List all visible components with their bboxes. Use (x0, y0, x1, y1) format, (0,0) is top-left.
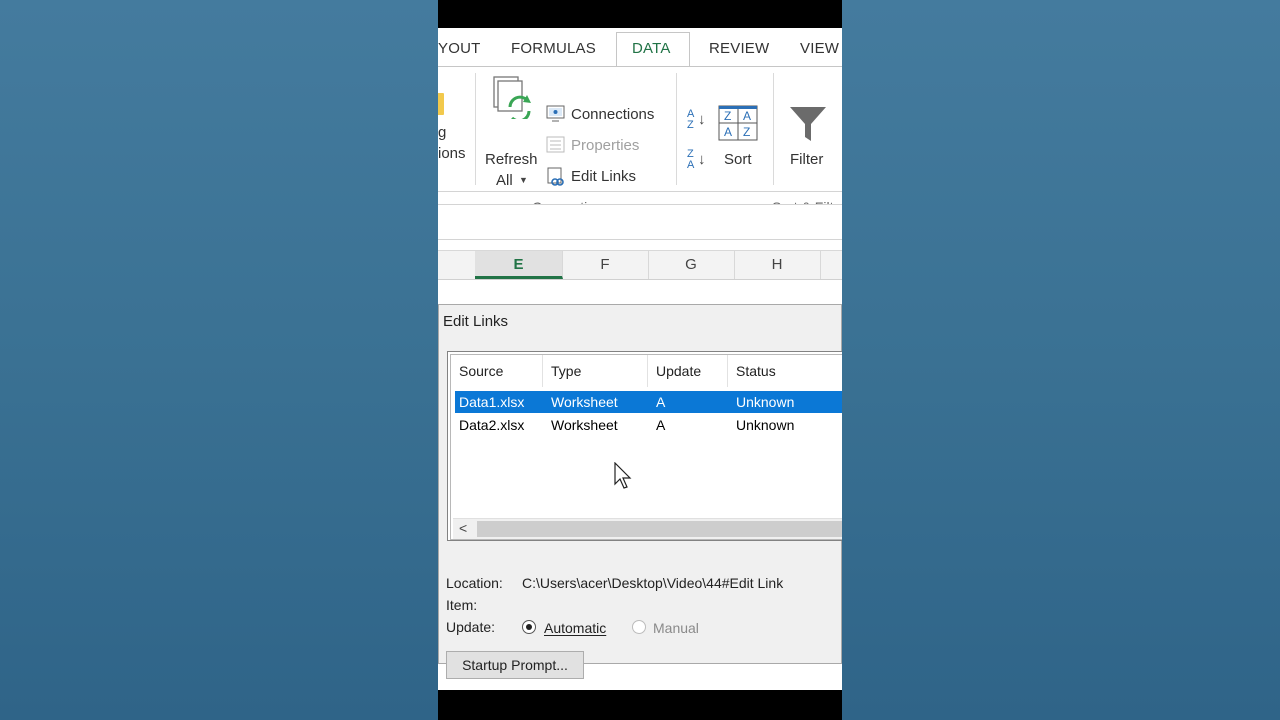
scroll-left-icon[interactable]: < (459, 520, 467, 536)
down-arrow-icon: ↓ (698, 151, 706, 168)
links-list[interactable]: Source Type Update Status Data1.xlsx Wor… (447, 351, 842, 541)
sort-descending-icon: ZA (687, 148, 695, 171)
existing-connections-line1: g (438, 124, 447, 141)
startup-prompt-button[interactable]: Startup Prompt... (446, 651, 584, 679)
row-type: Worksheet (551, 417, 618, 433)
sort-letter: A (743, 109, 752, 123)
sort-letter: Z (743, 125, 751, 139)
update-label: Update: (446, 619, 496, 635)
table-row[interactable]: Data2.xlsx Worksheet A Unknown (455, 414, 842, 436)
edit-links-button[interactable]: Edit Links (571, 168, 636, 185)
row-status: Unknown (736, 394, 795, 410)
item-label: Item: (446, 597, 478, 613)
mouse-cursor-icon (614, 462, 632, 489)
links-list-inner: Source Type Update Status Data1.xlsx Wor… (450, 354, 842, 540)
group-separator (475, 73, 476, 185)
row-update: A (656, 417, 666, 433)
automatic-radio[interactable] (522, 620, 536, 634)
edit-links-icon (546, 167, 566, 187)
row-type: Worksheet (551, 394, 618, 410)
filter-icon (788, 105, 828, 143)
tab-view[interactable]: VIEW (800, 40, 839, 57)
background-right (842, 0, 1280, 720)
edit-links-dialog: Edit Links Source Type Update Status Dat… (438, 304, 842, 679)
table-row[interactable]: Data1.xlsx Worksheet A Unknown (455, 391, 842, 413)
column-header-h[interactable]: H (734, 251, 821, 279)
location-value: C:\Users\acer\Desktop\Video\44#Edit Link (522, 575, 784, 591)
group-separator (773, 73, 774, 185)
dropdown-caret-icon: ▼ (519, 175, 528, 185)
refresh-all-label: All (496, 172, 513, 189)
automatic-label[interactable]: Automatic (544, 620, 606, 636)
row-status: Unknown (736, 417, 795, 433)
column-header-e[interactable]: E (475, 251, 563, 279)
horizontal-scrollbar[interactable]: < (453, 518, 842, 539)
column-status[interactable]: Status (728, 355, 842, 387)
sort-letter: Z (724, 109, 732, 123)
sort-letter: A (724, 125, 733, 139)
ribbon-data: g ions Refresh All ▼ Connections Propert… (438, 66, 842, 215)
sort-icon: Z A A Z (718, 105, 758, 141)
formula-bar[interactable] (438, 204, 842, 240)
column-type[interactable]: Type (543, 355, 648, 387)
connections-icon (546, 105, 566, 123)
properties-button[interactable]: Properties (571, 137, 639, 154)
row-source: Data1.xlsx (459, 394, 525, 410)
manual-label[interactable]: Manual (653, 620, 699, 636)
column-header-f[interactable]: F (562, 251, 649, 279)
refresh-label: Refresh (485, 151, 538, 168)
column-header-partial[interactable] (438, 251, 476, 279)
tab-data[interactable]: DATA (632, 40, 671, 57)
tab-review[interactable]: REVIEW (709, 40, 769, 57)
excel-window: YOUT FORMULAS DATA REVIEW VIEW g ions Re… (438, 28, 842, 690)
existing-connections-icon[interactable] (438, 93, 444, 115)
row-source: Data2.xlsx (459, 417, 525, 433)
existing-connections-line2: ions (438, 145, 466, 162)
tab-formulas[interactable]: FORMULAS (511, 40, 596, 57)
row-update: A (656, 394, 666, 410)
properties-icon (546, 136, 566, 154)
scrollbar-thumb[interactable] (477, 521, 842, 537)
connections-button[interactable]: Connections (571, 106, 654, 123)
background-left (0, 0, 438, 720)
column-header-g[interactable]: G (648, 251, 735, 279)
sort-ascending-button[interactable]: AZ ↓ (686, 109, 712, 137)
tab-page-layout[interactable]: YOUT (438, 40, 480, 57)
sort-button[interactable]: Sort (724, 151, 752, 168)
video-frame: YOUT FORMULAS DATA REVIEW VIEW g ions Re… (438, 0, 842, 720)
refresh-all-button[interactable] (490, 73, 536, 145)
sort-ascending-icon: AZ (687, 108, 695, 131)
group-separator (676, 73, 677, 185)
column-headers: E F G H (438, 250, 842, 280)
column-update[interactable]: Update (648, 355, 728, 387)
filter-button[interactable]: Filter (790, 151, 823, 168)
down-arrow-icon: ↓ (698, 111, 706, 128)
dialog-title: Edit Links (443, 313, 509, 330)
manual-radio[interactable] (632, 620, 646, 634)
ribbon-tabs: YOUT FORMULAS DATA REVIEW VIEW (438, 28, 842, 69)
location-label: Location: (446, 575, 503, 591)
sort-descending-button[interactable]: ZA ↓ (686, 149, 712, 177)
refresh-icon (493, 76, 531, 123)
column-source[interactable]: Source (451, 355, 543, 387)
